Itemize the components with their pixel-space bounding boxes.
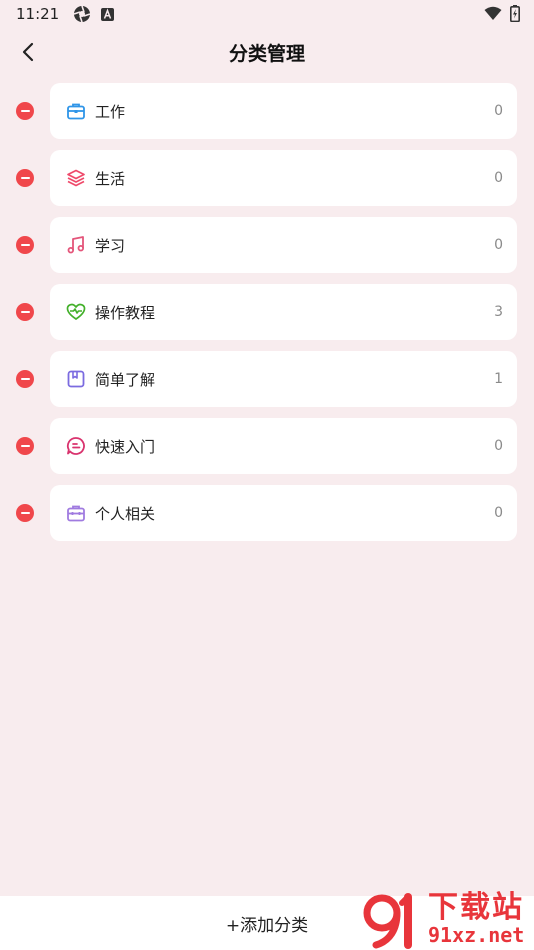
category-label: 生活 — [95, 169, 126, 188]
category-count: 0 — [494, 103, 503, 119]
music-note-icon — [66, 235, 86, 255]
category-row: 工作 0 — [0, 83, 534, 139]
category-count: 0 — [494, 438, 503, 454]
delete-category-button[interactable] — [16, 370, 34, 388]
category-row: 简单了解 1 — [0, 351, 534, 407]
delete-category-button[interactable] — [16, 236, 34, 254]
delete-category-button[interactable] — [16, 102, 34, 120]
category-label: 学习 — [95, 236, 126, 255]
heart-pulse-icon — [66, 302, 86, 322]
layers-icon — [66, 168, 86, 188]
category-count: 0 — [494, 505, 503, 521]
category-count: 0 — [494, 237, 503, 253]
category-count: 1 — [494, 371, 503, 387]
text-a-icon — [101, 7, 115, 21]
category-label: 工作 — [95, 102, 126, 121]
category-item-quickstart[interactable]: 快速入门 0 — [50, 418, 517, 474]
watermark-en: 91xz.net — [428, 923, 525, 947]
watermark: 下载站 91xz.net — [362, 888, 534, 950]
category-row: 快速入门 0 — [0, 418, 534, 474]
minus-icon — [20, 243, 30, 247]
bookmark-square-icon — [66, 369, 86, 389]
delete-category-button[interactable] — [16, 303, 34, 321]
settings-aperture-icon — [73, 5, 91, 23]
status-bar: 11:21 — [0, 0, 534, 28]
category-label: 个人相关 — [95, 504, 156, 523]
add-category-label: +添加分类 — [225, 915, 309, 936]
category-item-overview[interactable]: 简单了解 1 — [50, 351, 517, 407]
delete-category-button[interactable] — [16, 437, 34, 455]
category-label: 操作教程 — [95, 303, 156, 322]
category-row: 生活 0 — [0, 150, 534, 206]
category-list: 工作 0 生活 0 学习 0 操作教程 3 简单了解 1 快速入门 0 个人相关… — [0, 83, 534, 552]
watermark-logo-icon — [363, 893, 412, 949]
minus-icon — [20, 176, 30, 180]
minus-icon — [20, 511, 30, 515]
delete-category-button[interactable] — [16, 169, 34, 187]
status-time: 11:21 — [16, 5, 60, 23]
category-item-tutorial[interactable]: 操作教程 3 — [50, 284, 517, 340]
category-item-life[interactable]: 生活 0 — [50, 150, 517, 206]
category-label: 快速入门 — [95, 437, 156, 456]
watermark-cn: 下载站 — [428, 890, 524, 925]
category-item-study[interactable]: 学习 0 — [50, 217, 517, 273]
battery-charging-icon — [510, 5, 520, 22]
minus-icon — [20, 377, 30, 381]
minus-icon — [20, 310, 30, 314]
chat-bubble-icon — [66, 436, 86, 456]
category-label: 简单了解 — [95, 370, 156, 389]
category-count: 0 — [494, 170, 503, 186]
category-row: 个人相关 0 — [0, 485, 534, 541]
toolbox-icon — [66, 503, 86, 523]
header: 分类管理 — [0, 30, 534, 74]
category-item-personal[interactable]: 个人相关 0 — [50, 485, 517, 541]
wifi-icon — [484, 6, 502, 21]
back-button[interactable] — [12, 36, 44, 68]
page-title: 分类管理 — [228, 42, 305, 65]
category-item-work[interactable]: 工作 0 — [50, 83, 517, 139]
delete-category-button[interactable] — [16, 504, 34, 522]
category-count: 3 — [494, 304, 503, 320]
category-row: 操作教程 3 — [0, 284, 534, 340]
minus-icon — [20, 109, 30, 113]
chevron-left-icon — [22, 42, 34, 62]
category-row: 学习 0 — [0, 217, 534, 273]
briefcase-icon — [66, 101, 86, 121]
minus-icon — [20, 444, 30, 448]
